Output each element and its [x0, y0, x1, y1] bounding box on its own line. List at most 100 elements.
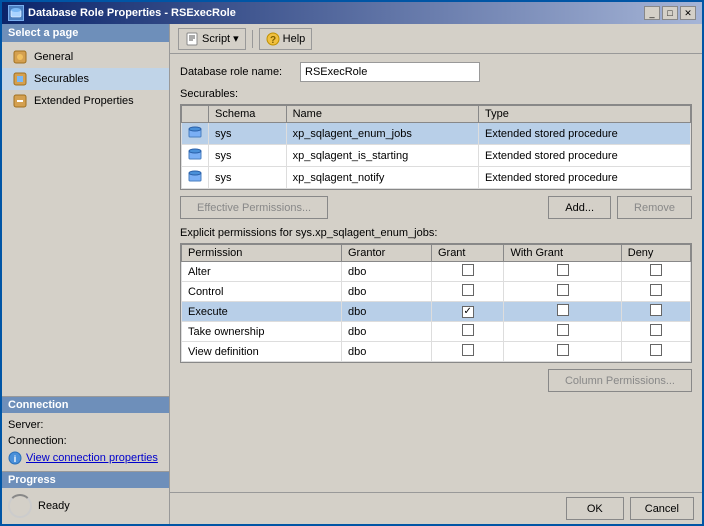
row-icon-cell	[182, 167, 209, 189]
title-bar: Database Role Properties - RSExecRole _ …	[2, 2, 702, 24]
table-row[interactable]: sys xp_sqlagent_is_starting Extended sto…	[182, 145, 691, 167]
grant-checkbox[interactable]	[462, 324, 474, 336]
help-icon: ?	[266, 32, 280, 46]
deny-checkbox[interactable]	[650, 284, 662, 296]
perm-permission: Take ownership	[182, 322, 342, 342]
row-name: xp_sqlagent_notify	[286, 167, 478, 189]
remove-button[interactable]: Remove	[617, 196, 692, 219]
row-schema: sys	[209, 123, 287, 145]
perm-col-grantor: Grantor	[342, 245, 432, 262]
extended-properties-icon	[12, 93, 28, 109]
table-row[interactable]: View definition dbo	[182, 342, 691, 362]
sidebar-item-general[interactable]: General	[2, 46, 169, 68]
perm-permission: Alter	[182, 262, 342, 282]
deny-checkbox[interactable]	[650, 324, 662, 336]
close-button[interactable]: ✕	[680, 6, 696, 20]
maximize-button[interactable]: □	[662, 6, 678, 20]
with-grant-checkbox[interactable]	[557, 344, 569, 356]
effective-permissions-button[interactable]: Effective Permissions...	[180, 196, 328, 219]
progress-header: Progress	[2, 472, 169, 488]
table-row[interactable]: Control dbo	[182, 282, 691, 302]
perm-deny-cell	[621, 282, 690, 302]
perm-grant-cell	[431, 322, 503, 342]
general-label: General	[34, 51, 73, 63]
connection-label: Connection:	[8, 435, 163, 447]
perm-grant-cell	[431, 302, 503, 322]
table-row[interactable]: Take ownership dbo	[182, 322, 691, 342]
help-button[interactable]: ? Help	[259, 28, 313, 50]
deny-checkbox[interactable]	[650, 304, 662, 316]
column-permissions-button[interactable]: Column Permissions...	[548, 369, 692, 392]
table-row[interactable]: Execute dbo	[182, 302, 691, 322]
ok-button[interactable]: OK	[566, 497, 624, 520]
db-row-icon	[188, 125, 202, 139]
perm-deny-cell	[621, 342, 690, 362]
row-name: xp_sqlagent_is_starting	[286, 145, 478, 167]
securables-table-container: Schema Name Type sys xp_sqlagent_enum_jo…	[180, 104, 692, 190]
minimize-button[interactable]: _	[644, 6, 660, 20]
row-type: Extended stored procedure	[479, 123, 691, 145]
permissions-table: Permission Grantor Grant With Grant Deny…	[181, 244, 691, 362]
window-title: Database Role Properties - RSExecRole	[28, 7, 236, 19]
table-row[interactable]: sys xp_sqlagent_notify Extended stored p…	[182, 167, 691, 189]
deny-checkbox[interactable]	[650, 264, 662, 276]
progress-spinner	[8, 494, 32, 518]
connection-section: Connection Server: Connection: i View co…	[2, 396, 169, 471]
with-grant-checkbox[interactable]	[557, 324, 569, 336]
col-schema: Schema	[209, 106, 287, 123]
sidebar-item-extended-properties[interactable]: Extended Properties	[2, 90, 169, 112]
row-type: Extended stored procedure	[479, 167, 691, 189]
row-schema: sys	[209, 167, 287, 189]
securables-table: Schema Name Type sys xp_sqlagent_enum_jo…	[181, 105, 691, 189]
perm-with-grant-cell	[504, 302, 621, 322]
grant-checkbox[interactable]	[462, 284, 474, 296]
with-grant-checkbox[interactable]	[557, 284, 569, 296]
add-button[interactable]: Add...	[548, 196, 611, 219]
perm-deny-cell	[621, 322, 690, 342]
title-controls: _ □ ✕	[644, 6, 696, 20]
perm-permission: Execute	[182, 302, 342, 322]
perm-col-with-grant: With Grant	[504, 245, 621, 262]
perm-grantor: dbo	[342, 302, 432, 322]
perm-with-grant-cell	[504, 322, 621, 342]
left-panel: Select a page General	[2, 24, 170, 524]
row-name: xp_sqlagent_enum_jobs	[286, 123, 478, 145]
perm-col-deny: Deny	[621, 245, 690, 262]
col-icon	[182, 106, 209, 123]
grant-checkbox[interactable]	[462, 344, 474, 356]
view-connection-text: View connection properties	[26, 452, 158, 464]
with-grant-checkbox[interactable]	[557, 304, 569, 316]
table-row[interactable]: Alter dbo	[182, 262, 691, 282]
perm-permission: Control	[182, 282, 342, 302]
script-icon	[185, 32, 199, 46]
cancel-button[interactable]: Cancel	[630, 497, 694, 520]
toolbar-divider	[252, 30, 253, 48]
content-area: Database role name: Securables: Schema N…	[170, 54, 702, 492]
perm-deny-cell	[621, 262, 690, 282]
col-type: Type	[479, 106, 691, 123]
view-connection-link[interactable]: i View connection properties	[8, 451, 163, 465]
connection-header: Connection	[2, 397, 169, 413]
table-row[interactable]: sys xp_sqlagent_enum_jobs Extended store…	[182, 123, 691, 145]
toolbar: Script ▾ ? Help	[170, 24, 702, 54]
link-icon: i	[8, 451, 22, 465]
right-panel: Script ▾ ? Help Database role name:	[170, 24, 702, 524]
server-label: Server:	[8, 419, 163, 431]
nav-items: General Securables	[2, 42, 169, 396]
perm-col-grant: Grant	[431, 245, 503, 262]
help-label: Help	[283, 33, 306, 45]
perm-grantor: dbo	[342, 322, 432, 342]
perm-with-grant-cell	[504, 262, 621, 282]
progress-section: Progress Ready	[2, 471, 169, 524]
main-window: Database Role Properties - RSExecRole _ …	[0, 0, 704, 526]
extended-properties-label: Extended Properties	[34, 95, 134, 107]
db-role-name-input[interactable]	[300, 62, 480, 82]
with-grant-checkbox[interactable]	[557, 264, 569, 276]
script-dropdown-arrow: ▾	[233, 32, 239, 45]
grant-checkbox[interactable]	[462, 306, 474, 318]
permissions-table-container: Permission Grantor Grant With Grant Deny…	[180, 243, 692, 363]
grant-checkbox[interactable]	[462, 264, 474, 276]
script-button[interactable]: Script ▾	[178, 28, 246, 50]
sidebar-item-securables[interactable]: Securables	[2, 68, 169, 90]
deny-checkbox[interactable]	[650, 344, 662, 356]
